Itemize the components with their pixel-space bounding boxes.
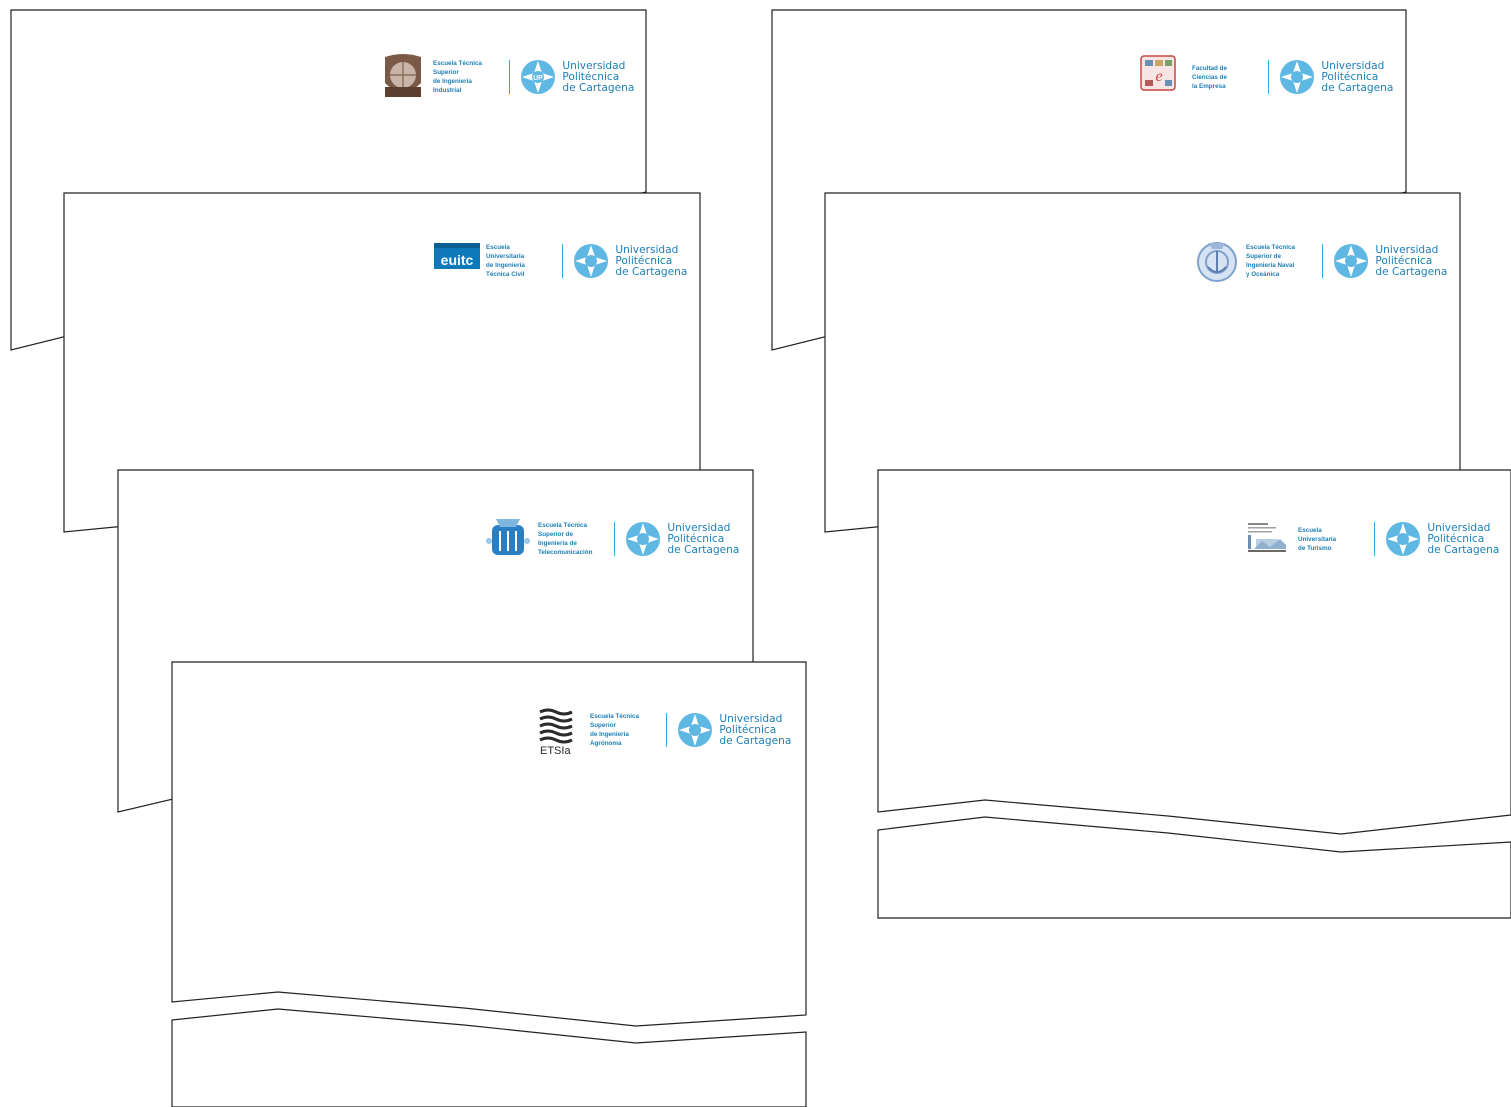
etsii-shield-icon xyxy=(381,53,429,101)
upct-compass-star-icon xyxy=(1333,243,1369,279)
header-divider xyxy=(614,522,616,556)
university-name: Universidad Politécnica de Cartagena xyxy=(719,712,792,747)
svg-text:ETSIa: ETSIa xyxy=(540,745,571,756)
sheet-agronoma-bottom xyxy=(171,1008,807,1107)
fce-tiles-icon: e xyxy=(1140,53,1188,101)
header-divider xyxy=(1374,522,1376,556)
etsino-seal-icon xyxy=(1194,237,1242,285)
letterhead-header-industrial: Escuela Técnica Superior de Ingeniería I… xyxy=(381,52,634,102)
faculty-name: Escuela Técnica Superior de Ingeniería d… xyxy=(538,522,593,556)
header-divider xyxy=(666,713,668,747)
faculty-name: Escuela Universitaria de Turismo xyxy=(1298,526,1337,552)
etsia-waves-icon: ETSIa xyxy=(538,706,586,757)
letterhead-header-naval: Escuela Técnica Superior de Ingeniería N… xyxy=(1194,236,1447,286)
header-divider xyxy=(562,244,564,278)
university-name: Universidad Politécnica de Cartagena xyxy=(1375,243,1448,278)
upct-compass-star-icon xyxy=(1279,59,1315,95)
faculty-name: Escuela Técnica Superior de Ingeniería N… xyxy=(1246,244,1296,278)
svg-text:euitc: euitc xyxy=(441,252,474,268)
svg-text:UP: UP xyxy=(534,75,544,82)
faculty-name: Facultad de Ciencias de la Empresa xyxy=(1192,64,1227,90)
header-divider xyxy=(509,60,511,94)
eut-building-icon xyxy=(1246,515,1294,563)
upct-compass-star-icon: UP xyxy=(520,59,556,95)
university-name: Universidad Politécnica de Cartagena xyxy=(1427,521,1500,556)
header-divider xyxy=(1322,244,1324,278)
upct-compass-star-icon xyxy=(625,521,661,557)
letterhead-header-civil: euitc Escuela Universitaria de Ingenierí… xyxy=(434,236,687,286)
header-divider xyxy=(1268,60,1270,94)
letterhead-header-turismo: Escuela Universitaria de Turismo Univers… xyxy=(1246,514,1499,564)
svg-text:e: e xyxy=(1155,68,1162,85)
etsit-crest-icon xyxy=(486,515,534,563)
university-name: Universidad Politécnica de Cartagena xyxy=(615,243,688,278)
faculty-name: Escuela Universitaria de Ingeniería Técn… xyxy=(486,244,525,278)
faculty-name: Escuela Técnica Superior de Ingeniería I… xyxy=(433,60,483,94)
sheet-turismo-bottom xyxy=(877,816,1511,919)
university-name: Universidad Politécnica de Cartagena xyxy=(562,59,635,94)
upct-compass-star-icon xyxy=(677,712,713,748)
faculty-name: Escuela Técnica Superior de Ingeniería A… xyxy=(590,713,640,747)
euitc-logo-icon: euitc xyxy=(434,237,482,285)
letterhead-header-teleco: Escuela Técnica Superior de Ingeniería d… xyxy=(486,514,739,564)
upct-compass-star-icon xyxy=(1385,521,1421,557)
letterhead-header-agronoma: ETSIa Escuela Técnica Superior de Ingeni… xyxy=(538,705,792,757)
university-name: Universidad Politécnica de Cartagena xyxy=(667,521,740,556)
university-name: Universidad Politécnica de Cartagena xyxy=(1321,59,1394,94)
upct-compass-star-icon xyxy=(573,243,609,279)
letterhead-header-empresa: e Facultad de Ciencias de la Empresa Uni… xyxy=(1140,52,1393,102)
